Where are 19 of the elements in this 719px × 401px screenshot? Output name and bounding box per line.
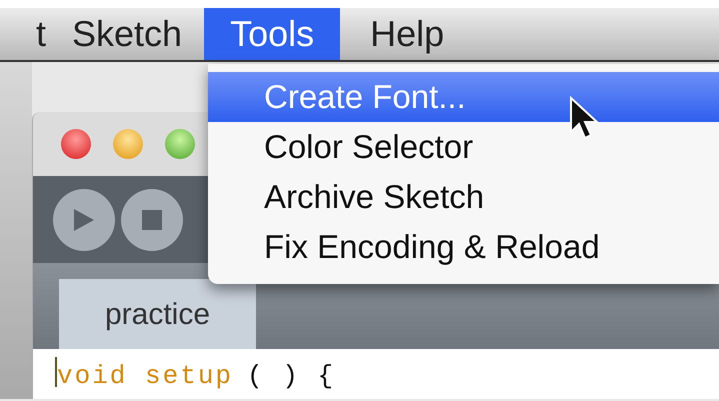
text-cursor — [55, 357, 57, 387]
code-token: void setup — [57, 360, 234, 393]
menu-item[interactable]: Fix Encoding & Reload — [208, 222, 719, 272]
minimize-button[interactable] — [113, 129, 143, 159]
mouse-pointer-icon — [569, 96, 601, 142]
menu-title[interactable]: Help — [340, 8, 474, 60]
menu-title[interactable]: Sketch — [50, 8, 204, 60]
menu-item[interactable]: Create Font... — [208, 72, 719, 122]
menu-item[interactable]: Color Selector — [208, 122, 719, 172]
close-button[interactable] — [61, 129, 91, 159]
menu-item[interactable]: Archive Sketch — [208, 172, 719, 222]
editor-tab[interactable]: practice — [59, 279, 256, 349]
menu-title[interactable]: t — [0, 8, 50, 60]
play-icon — [74, 208, 94, 230]
code-editor[interactable]: void setup ( ) { — [33, 349, 719, 399]
code-token: ( ) { — [247, 360, 336, 393]
menu-title[interactable]: Tools — [204, 8, 340, 60]
stop-icon — [142, 210, 162, 230]
zoom-button[interactable] — [165, 129, 195, 159]
